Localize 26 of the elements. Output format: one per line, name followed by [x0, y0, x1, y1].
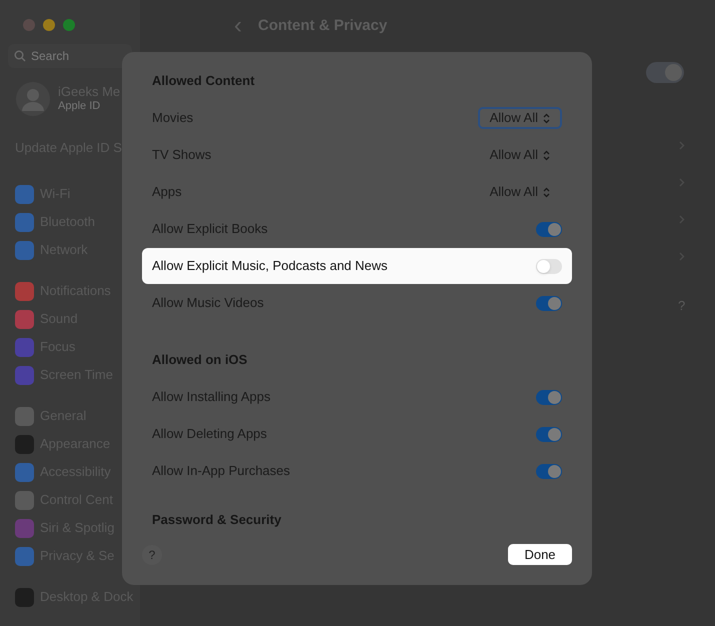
updown-icon [543, 112, 550, 124]
section-heading: Allowed Content [151, 72, 256, 90]
search-icon [14, 50, 26, 62]
avatar [16, 82, 50, 116]
section-heading: Password & Security [151, 511, 282, 529]
back-button[interactable]: ‹ [234, 14, 242, 38]
help-button[interactable]: ? [142, 544, 162, 564]
toggle-switch[interactable] [536, 222, 562, 236]
updown-icon [543, 186, 550, 198]
section-heading: Allowed on iOS [151, 351, 248, 369]
done-button[interactable]: Done [508, 544, 572, 565]
toggle-switch[interactable] [536, 390, 562, 404]
toggle-switch[interactable] [536, 258, 562, 274]
updown-icon [543, 150, 550, 160]
close-button[interactable] [23, 19, 35, 31]
account-subtitle: Apple ID [58, 99, 102, 113]
help-button[interactable]: ? [678, 296, 686, 316]
search-field[interactable]: Search [8, 44, 132, 68]
minimize-button[interactable] [43, 19, 55, 31]
toggle-switch[interactable] [536, 426, 562, 442]
toggle-switch[interactable] [536, 464, 562, 478]
zoom-button[interactable] [63, 19, 75, 31]
popup-button[interactable]: Allow All [478, 107, 562, 129]
toggle-switch[interactable] [646, 62, 684, 83]
toggle-switch[interactable] [536, 296, 562, 310]
setting-label: Allow Explicit Music, Podcasts and News [152, 257, 388, 276]
